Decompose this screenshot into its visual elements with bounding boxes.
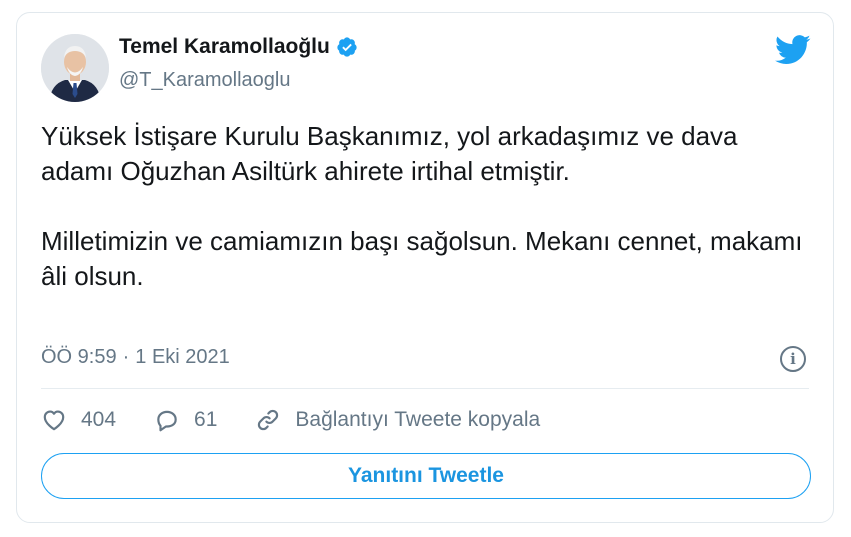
author-handle[interactable]: @T_Karamollaoglu <box>119 69 291 92</box>
author-name-row[interactable]: Temel Karamollaoğlu <box>119 35 358 59</box>
avatar[interactable] <box>41 34 109 102</box>
like-count: 404 <box>81 408 117 431</box>
tweet-date[interactable]: 1 Eki 2021 <box>135 346 230 369</box>
twitter-bird-icon[interactable] <box>775 35 811 65</box>
divider <box>41 388 809 389</box>
like-action[interactable]: 404 <box>41 407 116 433</box>
reply-count: 61 <box>194 408 218 431</box>
tweet-card: Temel Karamollaoğlu @T_Karamollaoglu Yük… <box>16 12 834 523</box>
heart-icon <box>43 410 65 431</box>
tweet-timestamp[interactable]: ÖÖ 9:59 · 1 Eki 2021 <box>41 346 230 369</box>
copy-link-label: Bağlantıyı Tweete kopyala <box>295 408 541 431</box>
author-display-name[interactable]: Temel Karamollaoğlu <box>119 35 330 59</box>
meta-separator: · <box>122 346 130 368</box>
reply-action[interactable]: 61 <box>154 407 217 433</box>
tweet-text: Yüksek İstişare Kurulu Başkanımız, yol a… <box>41 119 811 294</box>
link-icon <box>258 409 279 431</box>
tweet-paragraph-2: Milletimizin ve camiamızın başı sağolsun… <box>41 226 803 291</box>
copy-link-action[interactable]: Bağlantıyı Tweete kopyala <box>255 407 540 433</box>
info-icon[interactable]: i <box>780 346 806 372</box>
tweet-time[interactable]: ÖÖ 9:59 <box>41 346 117 369</box>
tweet-paragraph-1: Yüksek İstişare Kurulu Başkanımız, yol a… <box>41 121 738 186</box>
tweet-actions: 404 61 Bağlantıyı Tweete kopyala <box>41 407 578 433</box>
reply-bubble-icon <box>157 410 177 432</box>
verified-badge-icon <box>336 36 358 58</box>
reply-tweet-button[interactable]: Yanıtını Tweetle <box>41 453 811 499</box>
